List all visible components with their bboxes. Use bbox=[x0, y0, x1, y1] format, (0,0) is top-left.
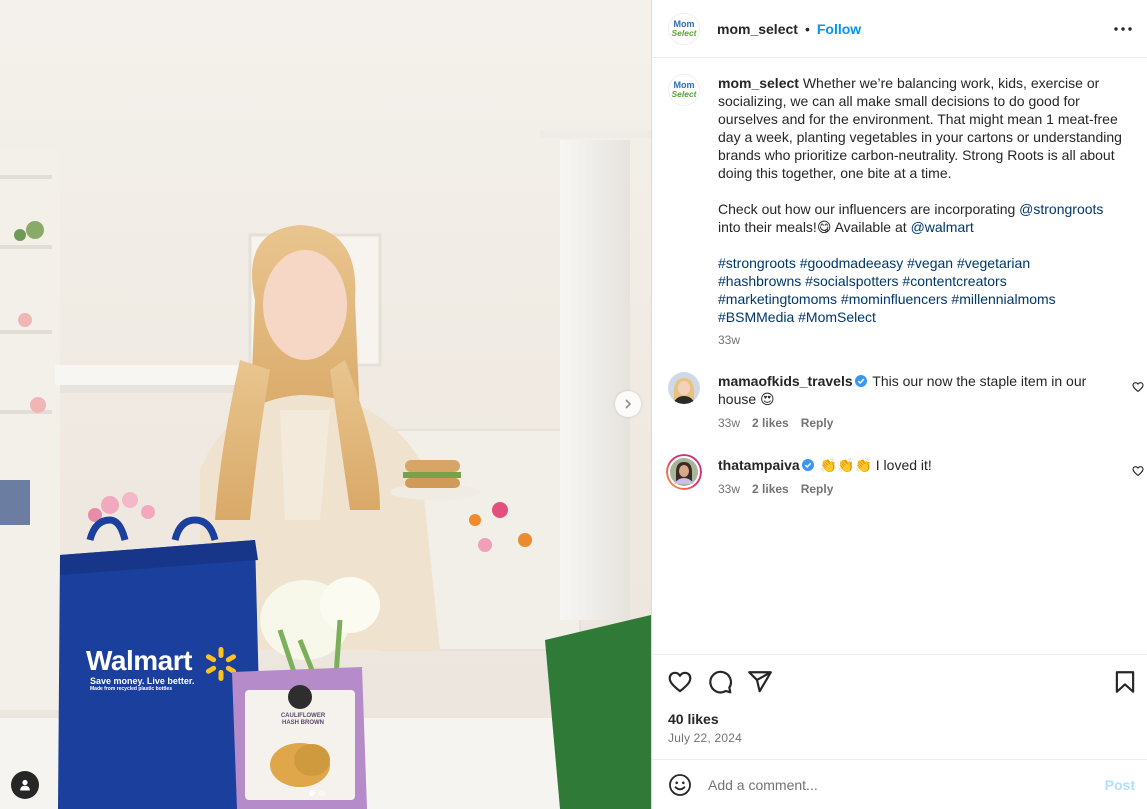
add-comment-bar: Post bbox=[652, 759, 1147, 809]
more-horizontal-icon bbox=[1114, 27, 1132, 31]
caption-timestamp[interactable]: 33w bbox=[718, 333, 740, 347]
verified-badge-icon bbox=[801, 459, 814, 471]
separator-dot: • bbox=[804, 20, 810, 37]
package-label-line1: CAULIFLOWER bbox=[280, 713, 326, 719]
carousel-indicator bbox=[309, 790, 325, 796]
walmart-tagline: Save money. Live better. bbox=[90, 676, 195, 686]
share-send-icon[interactable] bbox=[747, 669, 773, 695]
comment-like-heart-icon[interactable] bbox=[1132, 465, 1144, 477]
mention-walmart[interactable]: @walmart bbox=[911, 219, 974, 235]
comment-text: thatampaiva 👏👏👏 I loved it! bbox=[718, 456, 1124, 474]
post-date[interactable]: July 22, 2024 bbox=[668, 731, 742, 745]
comment-username[interactable]: mamaofkids_travels bbox=[718, 373, 853, 389]
comment-meta: 33w 2 likes Reply bbox=[718, 416, 833, 430]
hashtags[interactable]: #strongroots #goodmadeeasy #vegan #veget… bbox=[718, 254, 1078, 326]
comment-input[interactable] bbox=[708, 776, 1088, 793]
carousel-dot bbox=[309, 790, 315, 796]
comment-meta: 33w 2 likes Reply bbox=[718, 482, 833, 496]
post-side-panel: Mom Select mom_select • Follow Mom Selec… bbox=[651, 0, 1147, 809]
comment-bubble-icon[interactable] bbox=[707, 669, 733, 695]
emoji-icon[interactable] bbox=[668, 773, 692, 797]
follow-button[interactable]: Follow bbox=[817, 21, 861, 37]
caption-avatar[interactable]: Mom Select bbox=[668, 74, 700, 106]
commenter-avatar[interactable] bbox=[666, 454, 702, 490]
next-photo-button[interactable] bbox=[615, 391, 641, 417]
chevron-right-icon bbox=[625, 399, 632, 409]
comment-like-heart-icon[interactable] bbox=[1132, 381, 1144, 393]
comment: mamaofkids_travels This our now the stap… bbox=[668, 372, 1144, 432]
caption-text-part: Check out how our influencers are incorp… bbox=[718, 201, 1020, 217]
post-header: Mom Select mom_select • Follow bbox=[652, 0, 1147, 58]
reply-button[interactable]: Reply bbox=[801, 416, 834, 430]
verified-badge-icon bbox=[854, 375, 867, 387]
caption-username[interactable]: mom_select bbox=[718, 75, 799, 91]
walmart-subline: Made from recycled plastic bottles bbox=[90, 686, 172, 692]
walmart-bag-text: Walmart Save money. Live better. Made fr… bbox=[86, 646, 194, 693]
user-icon bbox=[20, 779, 30, 791]
comment-body: 👏👏👏 I loved it! bbox=[819, 457, 932, 473]
carousel-dot bbox=[319, 790, 325, 796]
comment-text: mamaofkids_travels This our now the stap… bbox=[718, 372, 1124, 408]
comment-likes[interactable]: 2 likes bbox=[752, 416, 789, 430]
comment-timestamp[interactable]: 33w bbox=[718, 482, 740, 496]
reply-button[interactable]: Reply bbox=[801, 482, 834, 496]
like-count[interactable]: 40 likes bbox=[668, 711, 719, 727]
comment-timestamp[interactable]: 33w bbox=[718, 416, 740, 430]
caption-paragraph-2: Check out how our influencers are incorp… bbox=[718, 200, 1124, 236]
save-bookmark-icon[interactable] bbox=[1112, 669, 1138, 695]
commenter-avatar[interactable] bbox=[668, 372, 700, 404]
instagram-post: Walmart Save money. Live better. Made fr… bbox=[0, 0, 1147, 809]
post-comment-button[interactable]: Post bbox=[1105, 777, 1135, 793]
package-label: CAULIFLOWER HASH BROWN bbox=[270, 713, 336, 727]
more-options-button[interactable] bbox=[1112, 18, 1134, 40]
avatar[interactable]: Mom Select bbox=[668, 12, 700, 45]
like-button-heart-icon[interactable] bbox=[667, 669, 693, 695]
header-username[interactable]: mom_select bbox=[717, 21, 798, 37]
walmart-wordmark: Walmart bbox=[86, 645, 192, 676]
comment: thatampaiva 👏👏👏 I loved it! 33w 2 likes … bbox=[666, 454, 1144, 516]
comments-section[interactable]: Mom Select mom_select Whether we’re bala… bbox=[652, 59, 1147, 654]
mention-strongroots[interactable]: @strongroots bbox=[1019, 201, 1103, 217]
comment-likes[interactable]: 2 likes bbox=[752, 482, 789, 496]
comment-username[interactable]: thatampaiva bbox=[718, 457, 800, 473]
caption-text: mom_select Whether we’re balancing work,… bbox=[718, 74, 1124, 326]
post-photo[interactable]: Walmart Save money. Live better. Made fr… bbox=[0, 0, 651, 809]
package-label-line2: HASH BROWN bbox=[282, 720, 324, 726]
caption-meta: 33w bbox=[718, 333, 740, 347]
caption: Mom Select mom_select Whether we’re bala… bbox=[668, 74, 1138, 354]
tagged-users-button[interactable] bbox=[11, 771, 39, 799]
caption-text-part: into their meals!😋 Available at bbox=[718, 219, 911, 235]
action-bar: 40 likes July 22, 2024 bbox=[652, 654, 1147, 759]
